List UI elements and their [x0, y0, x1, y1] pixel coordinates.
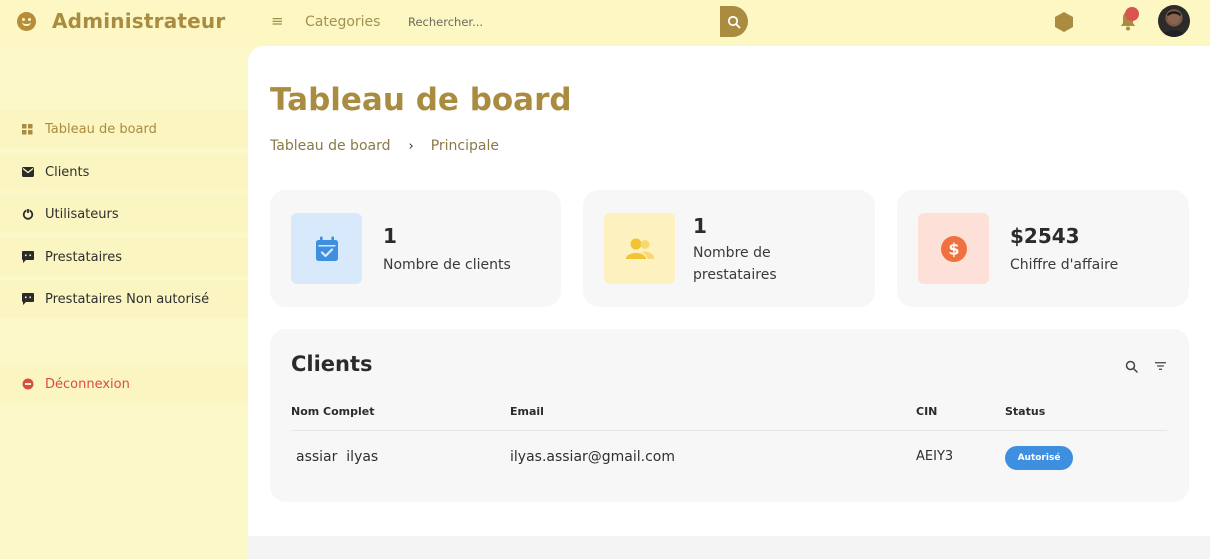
avatar[interactable]: [1158, 5, 1190, 37]
column-header-status[interactable]: Status: [1005, 405, 1045, 418]
smiley-icon: [17, 11, 36, 31]
brand[interactable]: Administrateur: [17, 9, 225, 33]
filter-icon[interactable]: [1155, 361, 1166, 371]
chat-icon: [21, 251, 34, 264]
sidebar-item-label: Prestataires: [45, 249, 123, 265]
stat-card-prestataires: 1 Nombre de prestataires: [583, 190, 875, 307]
sidebar-item-prestataires[interactable]: Prestataires: [0, 238, 248, 276]
card-label: Nombre de prestataires: [693, 242, 777, 286]
sidebar-item-users[interactable]: Utilisateurs: [0, 195, 248, 233]
column-header-email[interactable]: Email: [510, 405, 544, 418]
sidebar-item-label: Clients: [45, 164, 90, 180]
stat-card-revenue: $ $2543 Chiffre d'affaire: [897, 190, 1189, 307]
client-name: assiar ilyas: [296, 449, 379, 465]
sidebar-item-label: Déconnexion: [45, 376, 130, 392]
client-email: ilyas.assiar@gmail.com: [510, 449, 676, 465]
sidebar-item-dashboard[interactable]: Tableau de board: [0, 110, 248, 148]
brand-title: Administrateur: [52, 9, 226, 33]
breadcrumb-item: Principale: [430, 138, 499, 154]
envelope-icon: [21, 166, 34, 179]
footer-strip: [248, 536, 1210, 559]
main-content: Tableau de board Tableau de board › Prin…: [248, 46, 1210, 536]
logout-icon: [21, 378, 34, 391]
column-header-name[interactable]: Nom Complet: [291, 405, 375, 418]
calendar-check-icon: [315, 236, 338, 261]
card-value: $2543: [1010, 224, 1080, 248]
client-cin: AEIY3: [916, 449, 954, 464]
settings-icon[interactable]: [1055, 12, 1073, 32]
stat-card-clients: 1 Nombre de clients: [270, 190, 561, 307]
card-value: 1: [383, 224, 397, 248]
sidebar-item-prestataires-non-autorise[interactable]: Prestataires Non autorisé: [0, 280, 248, 318]
page-title: Tableau de board: [270, 82, 572, 118]
menu-toggle-button[interactable]: ≡: [271, 12, 284, 30]
search-button[interactable]: [720, 6, 748, 37]
chat-icon: [21, 293, 34, 306]
clients-title: Clients: [291, 352, 373, 376]
sidebar-item-logout[interactable]: Déconnexion: [0, 365, 248, 403]
card-label-line: prestataires: [693, 267, 777, 283]
users-icon: [625, 238, 654, 259]
card-label-line: Nombre de: [693, 245, 771, 261]
power-icon: [21, 208, 34, 221]
dollar-icon: $: [940, 235, 967, 262]
nav-categories-link[interactable]: Categories: [305, 14, 380, 30]
dashboard-icon: [21, 123, 34, 136]
notification-badge: [1125, 7, 1139, 21]
card-value: 1: [693, 214, 707, 238]
search-icon[interactable]: [1125, 360, 1138, 373]
search-icon: [727, 15, 741, 28]
sidebar-item-label: Utilisateurs: [45, 206, 119, 222]
top-bar: Administrateur ≡ Categories: [0, 0, 1210, 46]
card-label: Chiffre d'affaire: [1010, 257, 1119, 273]
card-label: Nombre de clients: [383, 257, 511, 273]
card-icon-box: $: [918, 213, 989, 284]
sidebar-item-label: Tableau de board: [45, 121, 157, 137]
table-divider: [291, 430, 1167, 431]
card-icon-box: [604, 213, 675, 284]
breadcrumb-item[interactable]: Tableau de board: [270, 138, 390, 154]
status-badge[interactable]: Autorisé: [1005, 446, 1073, 470]
column-header-cin[interactable]: CIN: [916, 405, 937, 418]
sidebar-item-clients[interactable]: Clients: [0, 153, 248, 191]
card-icon-box: [291, 213, 362, 284]
breadcrumb: Tableau de board › Principale: [270, 138, 499, 154]
breadcrumb-separator: ›: [408, 138, 414, 154]
svg-text:$: $: [948, 239, 959, 258]
clients-panel: Clients Nom Complet Email CIN Status ass…: [270, 329, 1189, 502]
sidebar-item-label: Prestataires Non autorisé: [45, 291, 210, 307]
sidebar: Tableau de board Clients Utilisateurs Pr…: [0, 46, 248, 559]
search-input[interactable]: [400, 11, 700, 33]
